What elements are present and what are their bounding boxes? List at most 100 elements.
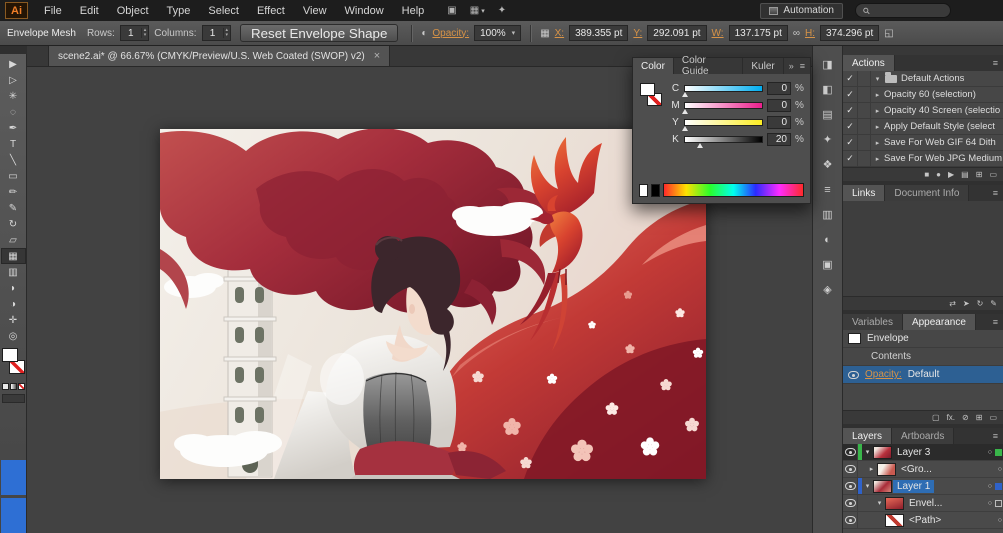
slider-thumb-icon[interactable] bbox=[697, 142, 704, 148]
layer-row[interactable]: ▾ Envel... ○ bbox=[843, 495, 1003, 512]
white-swatch[interactable] bbox=[639, 183, 648, 197]
tab-appearance[interactable]: Appearance bbox=[902, 314, 976, 330]
chevron-right-icon[interactable]: ▸ bbox=[871, 139, 884, 147]
magenta-value[interactable]: 0 bbox=[767, 98, 791, 112]
menu-edit[interactable]: Edit bbox=[71, 0, 108, 21]
paintbrush-tool[interactable]: ✏ bbox=[1, 184, 26, 200]
bridge-icon[interactable]: ▣ bbox=[447, 5, 456, 16]
delete-item-icon[interactable]: ▭ bbox=[989, 413, 997, 422]
h-label[interactable]: H: bbox=[805, 28, 815, 39]
check-icon[interactable]: ✓ bbox=[843, 151, 858, 166]
check-icon[interactable]: ✓ bbox=[843, 119, 858, 134]
yellow-slider[interactable] bbox=[682, 118, 763, 131]
yellow-value[interactable]: 0 bbox=[767, 115, 791, 129]
stroke-swatch[interactable] bbox=[8, 360, 25, 374]
color-panel-icon[interactable]: ◨ bbox=[817, 56, 839, 73]
layer-thumbnail[interactable] bbox=[873, 479, 892, 493]
appearance-row-envelope[interactable]: Envelope bbox=[843, 330, 1003, 348]
cs-live-icon[interactable]: ✦ bbox=[498, 5, 506, 16]
layer-name[interactable]: Layer 3 bbox=[893, 446, 934, 459]
tab-color-guide[interactable]: Color Guide bbox=[674, 55, 744, 77]
target-icon[interactable]: ○ bbox=[998, 466, 1002, 473]
close-tab-icon[interactable]: × bbox=[374, 50, 380, 62]
chevron-right-icon[interactable]: ▸ bbox=[866, 465, 877, 473]
chevron-down-icon[interactable]: ▾ bbox=[874, 499, 885, 507]
eye-icon[interactable] bbox=[848, 370, 859, 379]
selection-tool[interactable]: ▶ bbox=[1, 56, 26, 72]
target-icon[interactable]: ○ bbox=[988, 500, 992, 507]
layer-thumbnail[interactable] bbox=[885, 496, 904, 510]
layer-name[interactable]: Layer 1 bbox=[893, 479, 935, 493]
document-tab[interactable]: scene2.ai* @ 66.67% (CMYK/Preview/U.S. W… bbox=[48, 45, 391, 66]
chevron-down-icon[interactable]: ▾ bbox=[871, 75, 884, 83]
panel-menu-icon[interactable]: ≡ bbox=[988, 314, 1003, 330]
constrain-proportions-icon[interactable]: ∞ bbox=[793, 28, 800, 39]
workspace-switcher[interactable]: Automation bbox=[760, 2, 843, 19]
line-segment-tool[interactable]: ╲ bbox=[1, 152, 26, 168]
tab-layers[interactable]: Layers bbox=[843, 428, 893, 444]
delete-icon[interactable]: ▭ bbox=[989, 170, 997, 179]
tab-artboards[interactable]: Artboards bbox=[892, 428, 955, 444]
search-box[interactable] bbox=[855, 3, 951, 18]
clear-appearance-icon[interactable]: ⊘ bbox=[962, 413, 969, 422]
visibility-toggle-icon[interactable] bbox=[844, 448, 856, 456]
appearance-row-contents[interactable]: Contents bbox=[843, 348, 1003, 366]
menu-help[interactable]: Help bbox=[393, 0, 434, 21]
relink-icon[interactable]: ⇄ bbox=[949, 299, 956, 308]
w-field[interactable]: 137.175 pt bbox=[728, 25, 788, 41]
chevron-down-icon[interactable]: ▾ bbox=[862, 482, 873, 490]
action-row[interactable]: ✓ ▸ Opacity 60 (selection) bbox=[843, 87, 1003, 103]
document-grid-icon[interactable]: ▦ bbox=[540, 28, 549, 39]
slider-thumb-icon[interactable] bbox=[682, 125, 688, 131]
transparency-panel-icon[interactable]: ◐ bbox=[817, 231, 839, 248]
tab-document-info[interactable]: Document Info bbox=[885, 185, 970, 201]
chevron-right-icon[interactable]: ▸ bbox=[871, 155, 884, 163]
record-icon[interactable]: ● bbox=[936, 170, 941, 179]
black-swatch[interactable] bbox=[651, 183, 660, 197]
action-row[interactable]: ✓ ▸ Save For Web JPG Medium bbox=[843, 151, 1003, 167]
cyan-value[interactable]: 0 bbox=[767, 81, 791, 95]
navigator-panel-icon[interactable]: ◈ bbox=[817, 281, 839, 298]
panel-menu-icon[interactable]: ≡ bbox=[988, 428, 1003, 444]
tab-color[interactable]: Color bbox=[633, 58, 674, 74]
menu-type[interactable]: Type bbox=[158, 0, 200, 21]
columns-stepper[interactable]: 1 ▴ ▾ bbox=[201, 25, 232, 41]
toolbar-grip[interactable] bbox=[0, 46, 27, 54]
magenta-slider[interactable] bbox=[682, 101, 763, 114]
columns-value[interactable]: 1 bbox=[203, 28, 223, 39]
pen-tool[interactable]: ✒ bbox=[1, 120, 26, 136]
check-icon[interactable]: ✓ bbox=[843, 103, 858, 118]
fill-swatch[interactable] bbox=[1, 348, 18, 362]
menu-object[interactable]: Object bbox=[108, 0, 158, 21]
lasso-tool[interactable]: ◌ bbox=[1, 104, 26, 120]
arrange-documents-icon[interactable]: ▦ ▾ bbox=[470, 5, 485, 16]
gradient-panel-icon[interactable]: ▥ bbox=[817, 206, 839, 223]
graphic-styles-panel-icon[interactable]: ▣ bbox=[817, 256, 839, 273]
layer-row[interactable]: ▾ Layer 3 ○ bbox=[843, 444, 1003, 461]
layer-name[interactable]: <Gro... bbox=[897, 463, 936, 476]
gradient-tool[interactable]: ▥ bbox=[1, 264, 26, 280]
swatches-panel-icon[interactable]: ▤ bbox=[817, 106, 839, 123]
fill-swatch[interactable] bbox=[640, 83, 655, 96]
menu-effect[interactable]: Effect bbox=[248, 0, 294, 21]
new-set-icon[interactable]: ▤ bbox=[961, 170, 969, 179]
rectangle-tool[interactable]: ▭ bbox=[1, 168, 26, 184]
layer-thumbnail[interactable] bbox=[877, 462, 896, 476]
visibility-toggle-icon[interactable] bbox=[844, 482, 856, 490]
drawing-mode-button[interactable] bbox=[1, 394, 25, 403]
layer-row[interactable]: <Path> ○ bbox=[843, 512, 1003, 529]
gradient-button[interactable] bbox=[9, 383, 17, 390]
layer-thumbnail[interactable] bbox=[873, 445, 892, 459]
h-field[interactable]: 374.296 pt bbox=[819, 25, 880, 41]
tab-kuler[interactable]: Kuler bbox=[743, 58, 784, 74]
layer-row[interactable]: ▾ Layer 1 ○ bbox=[843, 478, 1003, 495]
check-icon[interactable]: ✓ bbox=[843, 71, 858, 86]
menu-view[interactable]: View bbox=[294, 0, 336, 21]
stepper-arrows-icon[interactable]: ▴ ▾ bbox=[140, 28, 149, 38]
action-row[interactable]: ✓ ▸ Opacity 40 Screen (selectio bbox=[843, 103, 1003, 119]
chevron-right-icon[interactable]: ▸ bbox=[871, 123, 884, 131]
visibility-toggle-icon[interactable] bbox=[844, 465, 856, 473]
edit-original-icon[interactable]: ✎ bbox=[990, 299, 997, 308]
tab-actions[interactable]: Actions bbox=[843, 55, 895, 71]
action-set-row[interactable]: ✓ ▾ Default Actions bbox=[843, 71, 1003, 87]
